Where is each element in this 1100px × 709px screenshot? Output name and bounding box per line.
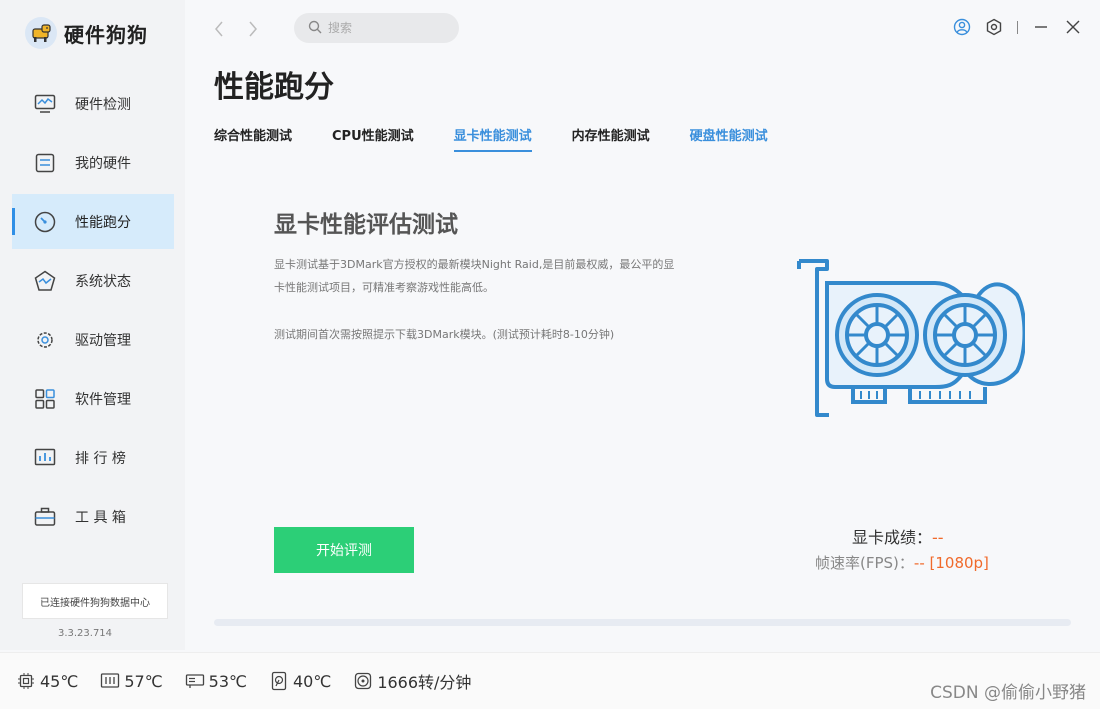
sidebar-item-label: 驱动管理 xyxy=(75,332,131,349)
gpu-score-value: -- xyxy=(932,528,944,547)
tab-gpu[interactable]: 显卡性能测试 xyxy=(453,125,532,152)
search-input[interactable] xyxy=(328,21,438,35)
sidebar-item-my-hardware[interactable]: 我的硬件 xyxy=(12,135,174,190)
gpu-icon xyxy=(185,671,205,691)
fps-label: 帧速率(FPS)： xyxy=(815,554,914,572)
test-note: 测试期间首次需按照提示下载3DMark模块。(测试预计耗时8-10分钟) xyxy=(274,328,615,341)
disk-temp: 40℃ xyxy=(269,671,331,691)
gpu-temp-value: 53℃ xyxy=(208,671,247,691)
benchmark-tabs: 综合性能测试 CPU性能测试 显卡性能测试 内存性能测试 硬盘性能测试 xyxy=(214,125,808,152)
watermark: CSDN @偷偷小野猪 xyxy=(930,683,1086,703)
minimize-icon[interactable] xyxy=(1032,18,1050,36)
sidebar-item-benchmark[interactable]: 性能跑分 xyxy=(12,194,174,249)
sidebar-item-toolbox[interactable]: 工 具 箱 xyxy=(12,489,174,544)
sidebar-item-label: 工 具 箱 xyxy=(75,509,126,526)
back-arrow-icon[interactable] xyxy=(210,18,228,40)
graphics-card-icon xyxy=(795,255,1027,424)
cpu-temp: 45℃ xyxy=(16,671,78,691)
close-icon[interactable] xyxy=(1064,18,1082,36)
sidebar-item-system-status[interactable]: 系统状态 xyxy=(12,253,174,308)
system-status-icon xyxy=(34,270,56,292)
cpu-icon xyxy=(16,671,36,691)
sidebar-item-label: 软件管理 xyxy=(75,391,131,408)
test-description: 显卡测试基于3DMark官方授权的最新模块Night Raid,是目前最权威，最… xyxy=(274,258,675,294)
app-version: 3.3.23.714 xyxy=(57,628,113,639)
data-center-status: 已连接硬件狗狗数据中心 xyxy=(22,583,168,619)
motherboard-icon xyxy=(100,671,120,691)
gpu-score: 显卡成绩：-- xyxy=(852,524,944,548)
sidebar-item-label: 排 行 榜 xyxy=(75,450,126,467)
disk-icon xyxy=(269,671,289,691)
fan-speed-value: 1666转/分钟 xyxy=(377,673,472,692)
ranking-icon xyxy=(34,447,56,469)
motherboard-temp: 57℃ xyxy=(100,671,163,691)
sidebar-item-software-manager[interactable]: 软件管理 xyxy=(12,371,174,426)
gear-icon xyxy=(34,329,56,351)
history-nav xyxy=(210,18,262,40)
apps-grid-icon xyxy=(34,388,56,410)
gpu-score-label: 显卡成绩： xyxy=(852,528,933,547)
sidebar-item-ranking[interactable]: 排 行 榜 xyxy=(12,430,174,485)
sidebar-item-label: 性能跑分 xyxy=(75,214,131,231)
section-title: 显卡性能评估测试 xyxy=(274,212,458,238)
user-icon[interactable] xyxy=(953,18,971,36)
sidebar-item-hardware-detect[interactable]: 硬件检测 xyxy=(12,76,174,131)
sidebar-item-driver-manager[interactable]: 驱动管理 xyxy=(12,312,174,367)
sidebar-item-label: 我的硬件 xyxy=(75,155,131,172)
sidebar-item-label: 系统状态 xyxy=(75,273,131,290)
fps-readout: 帧速率(FPS)：-- [1080p] xyxy=(815,552,989,573)
brand: 硬件狗狗 xyxy=(25,17,148,49)
hardware-icon xyxy=(34,152,56,174)
window-controls xyxy=(953,18,1082,36)
divider xyxy=(1017,20,1018,34)
start-benchmark-button[interactable]: 开始评测 xyxy=(274,527,414,573)
sidebar-nav: 硬件检测 我的硬件 性能跑分 系统状态 驱动管理 软件管理 排 行 榜 工 具 … xyxy=(12,76,174,548)
motherboard-temp-value: 57℃ xyxy=(124,671,163,691)
sidebar-item-label: 硬件检测 xyxy=(75,96,131,113)
toolbox-icon xyxy=(34,506,56,528)
forward-arrow-icon[interactable] xyxy=(244,18,262,40)
monitor-icon xyxy=(34,93,56,115)
app-name: 硬件狗狗 xyxy=(64,22,148,47)
tab-overall[interactable]: 综合性能测试 xyxy=(214,125,292,152)
gpu-temp: 53℃ xyxy=(185,671,247,691)
cpu-temp-value: 45℃ xyxy=(40,671,79,691)
disk-temp-value: 40℃ xyxy=(292,671,332,691)
fps-value: -- [1080p] xyxy=(913,554,989,572)
dog-logo-icon xyxy=(25,17,57,49)
search-box[interactable] xyxy=(294,13,459,43)
page-title: 性能跑分 xyxy=(214,70,334,105)
fan-icon xyxy=(353,671,373,691)
tab-memory[interactable]: 内存性能测试 xyxy=(572,125,650,152)
sidebar: 硬件狗狗 硬件检测 我的硬件 性能跑分 系统状态 驱动管理 软件管理 排 行 榜… xyxy=(0,0,185,650)
fan-speed: 1666转/分钟 xyxy=(353,669,471,693)
settings-icon[interactable] xyxy=(985,18,1003,36)
gauge-icon xyxy=(34,211,56,233)
tab-cpu[interactable]: CPU性能测试 xyxy=(332,125,414,152)
tab-disk[interactable]: 硬盘性能测试 xyxy=(690,125,768,152)
search-icon xyxy=(308,19,322,38)
benchmark-progress-bar xyxy=(214,619,1071,626)
